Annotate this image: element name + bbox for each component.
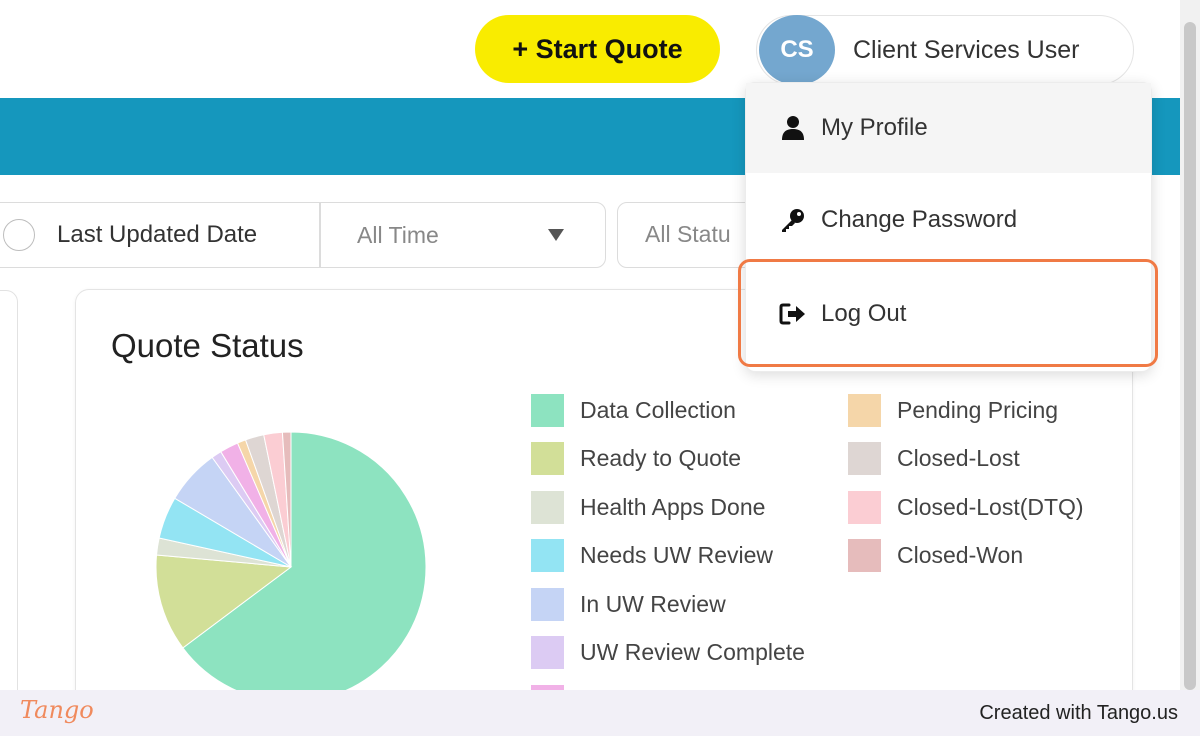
user-dropdown-menu: My Profile Change Password Log Out <box>745 82 1152 372</box>
start-quote-button[interactable]: + Start Quote <box>475 15 720 83</box>
legend-item[interactable]: Closed-Lost <box>848 442 1020 476</box>
time-range-value: All Time <box>357 222 439 248</box>
legend-item[interactable]: Pending Pricing <box>848 393 1058 427</box>
legend-label: Ready to Quote <box>580 445 742 471</box>
menu-item-label: Log Out <box>821 300 907 327</box>
legend-label: Needs UW Review <box>580 542 773 568</box>
app-viewport: + Start Quote CS Client Services User La… <box>0 0 1200 690</box>
card-title: Quote Status <box>111 327 304 364</box>
legend-item[interactable]: UW Review Complete <box>531 636 805 670</box>
user-menu-button[interactable]: CS Client Services User <box>756 15 1134 85</box>
legend-label: Closed-Lost <box>897 445 1020 471</box>
date-filter-group: Last Updated Date All Time <box>0 202 606 268</box>
legend-item[interactable]: Health Apps Done <box>531 490 765 524</box>
legend-swatch <box>848 490 881 524</box>
legend-swatch <box>531 587 564 621</box>
legend-label: Closed-Won <box>897 542 1024 568</box>
menu-item-my-profile[interactable]: My Profile <box>746 83 1151 173</box>
tango-footer: Tango Created with Tango.us <box>0 690 1200 736</box>
scrollbar-thumb[interactable] <box>1184 22 1196 690</box>
legend-item[interactable]: Data Collection <box>531 393 736 427</box>
status-select-value: All Statu <box>645 221 731 247</box>
legend-swatch <box>848 393 881 427</box>
menu-item-label: My Profile <box>821 114 928 141</box>
legend-item[interactable]: Needs UW Review <box>531 539 773 573</box>
last-updated-label: Last Updated Date <box>57 221 258 248</box>
legend-swatch <box>531 636 564 669</box>
legend-swatch <box>531 490 564 524</box>
quote-status-pie <box>155 431 427 690</box>
key-icon <box>779 206 807 234</box>
vertical-scrollbar[interactable] <box>1180 0 1200 690</box>
legend-label: Pending Pricing <box>897 396 1059 423</box>
legend-item[interactable]: Closed-Lost(DTQ) <box>848 490 1084 524</box>
user-icon <box>779 114 807 142</box>
legend-label: Data Collection <box>580 396 736 423</box>
time-range-select[interactable]: All Time <box>321 203 605 267</box>
tango-logo: Tango <box>20 696 94 724</box>
legend-swatch <box>848 539 881 572</box>
legend-swatch <box>531 539 564 572</box>
menu-item-change-password[interactable]: Change Password <box>746 175 1151 265</box>
menu-item-log-out[interactable]: Log Out <box>746 269 1151 359</box>
log-out-icon <box>779 300 807 328</box>
last-updated-radio[interactable] <box>3 219 35 251</box>
caret-down-icon <box>548 229 564 241</box>
side-card <box>0 290 18 690</box>
avatar: CS <box>759 15 835 85</box>
legend-item[interactable]: In UW Review <box>531 587 726 621</box>
legend-swatch <box>848 442 881 475</box>
menu-item-label: Change Password <box>821 206 1018 233</box>
legend-label: Health Apps Done <box>580 493 766 520</box>
tango-credit: Created with Tango.us <box>979 702 1178 724</box>
user-name: Client Services User <box>853 35 1080 64</box>
legend-swatch <box>531 442 564 475</box>
legend-label: Closed-Lost(DTQ) <box>897 493 1084 520</box>
legend-item[interactable]: Ready to Quote <box>531 442 741 476</box>
legend-label: In UW Review <box>580 590 726 617</box>
legend-item[interactable]: Closed-Won <box>848 539 1023 573</box>
legend-swatch <box>531 393 564 427</box>
legend-label: UW Review Complete <box>580 639 805 665</box>
